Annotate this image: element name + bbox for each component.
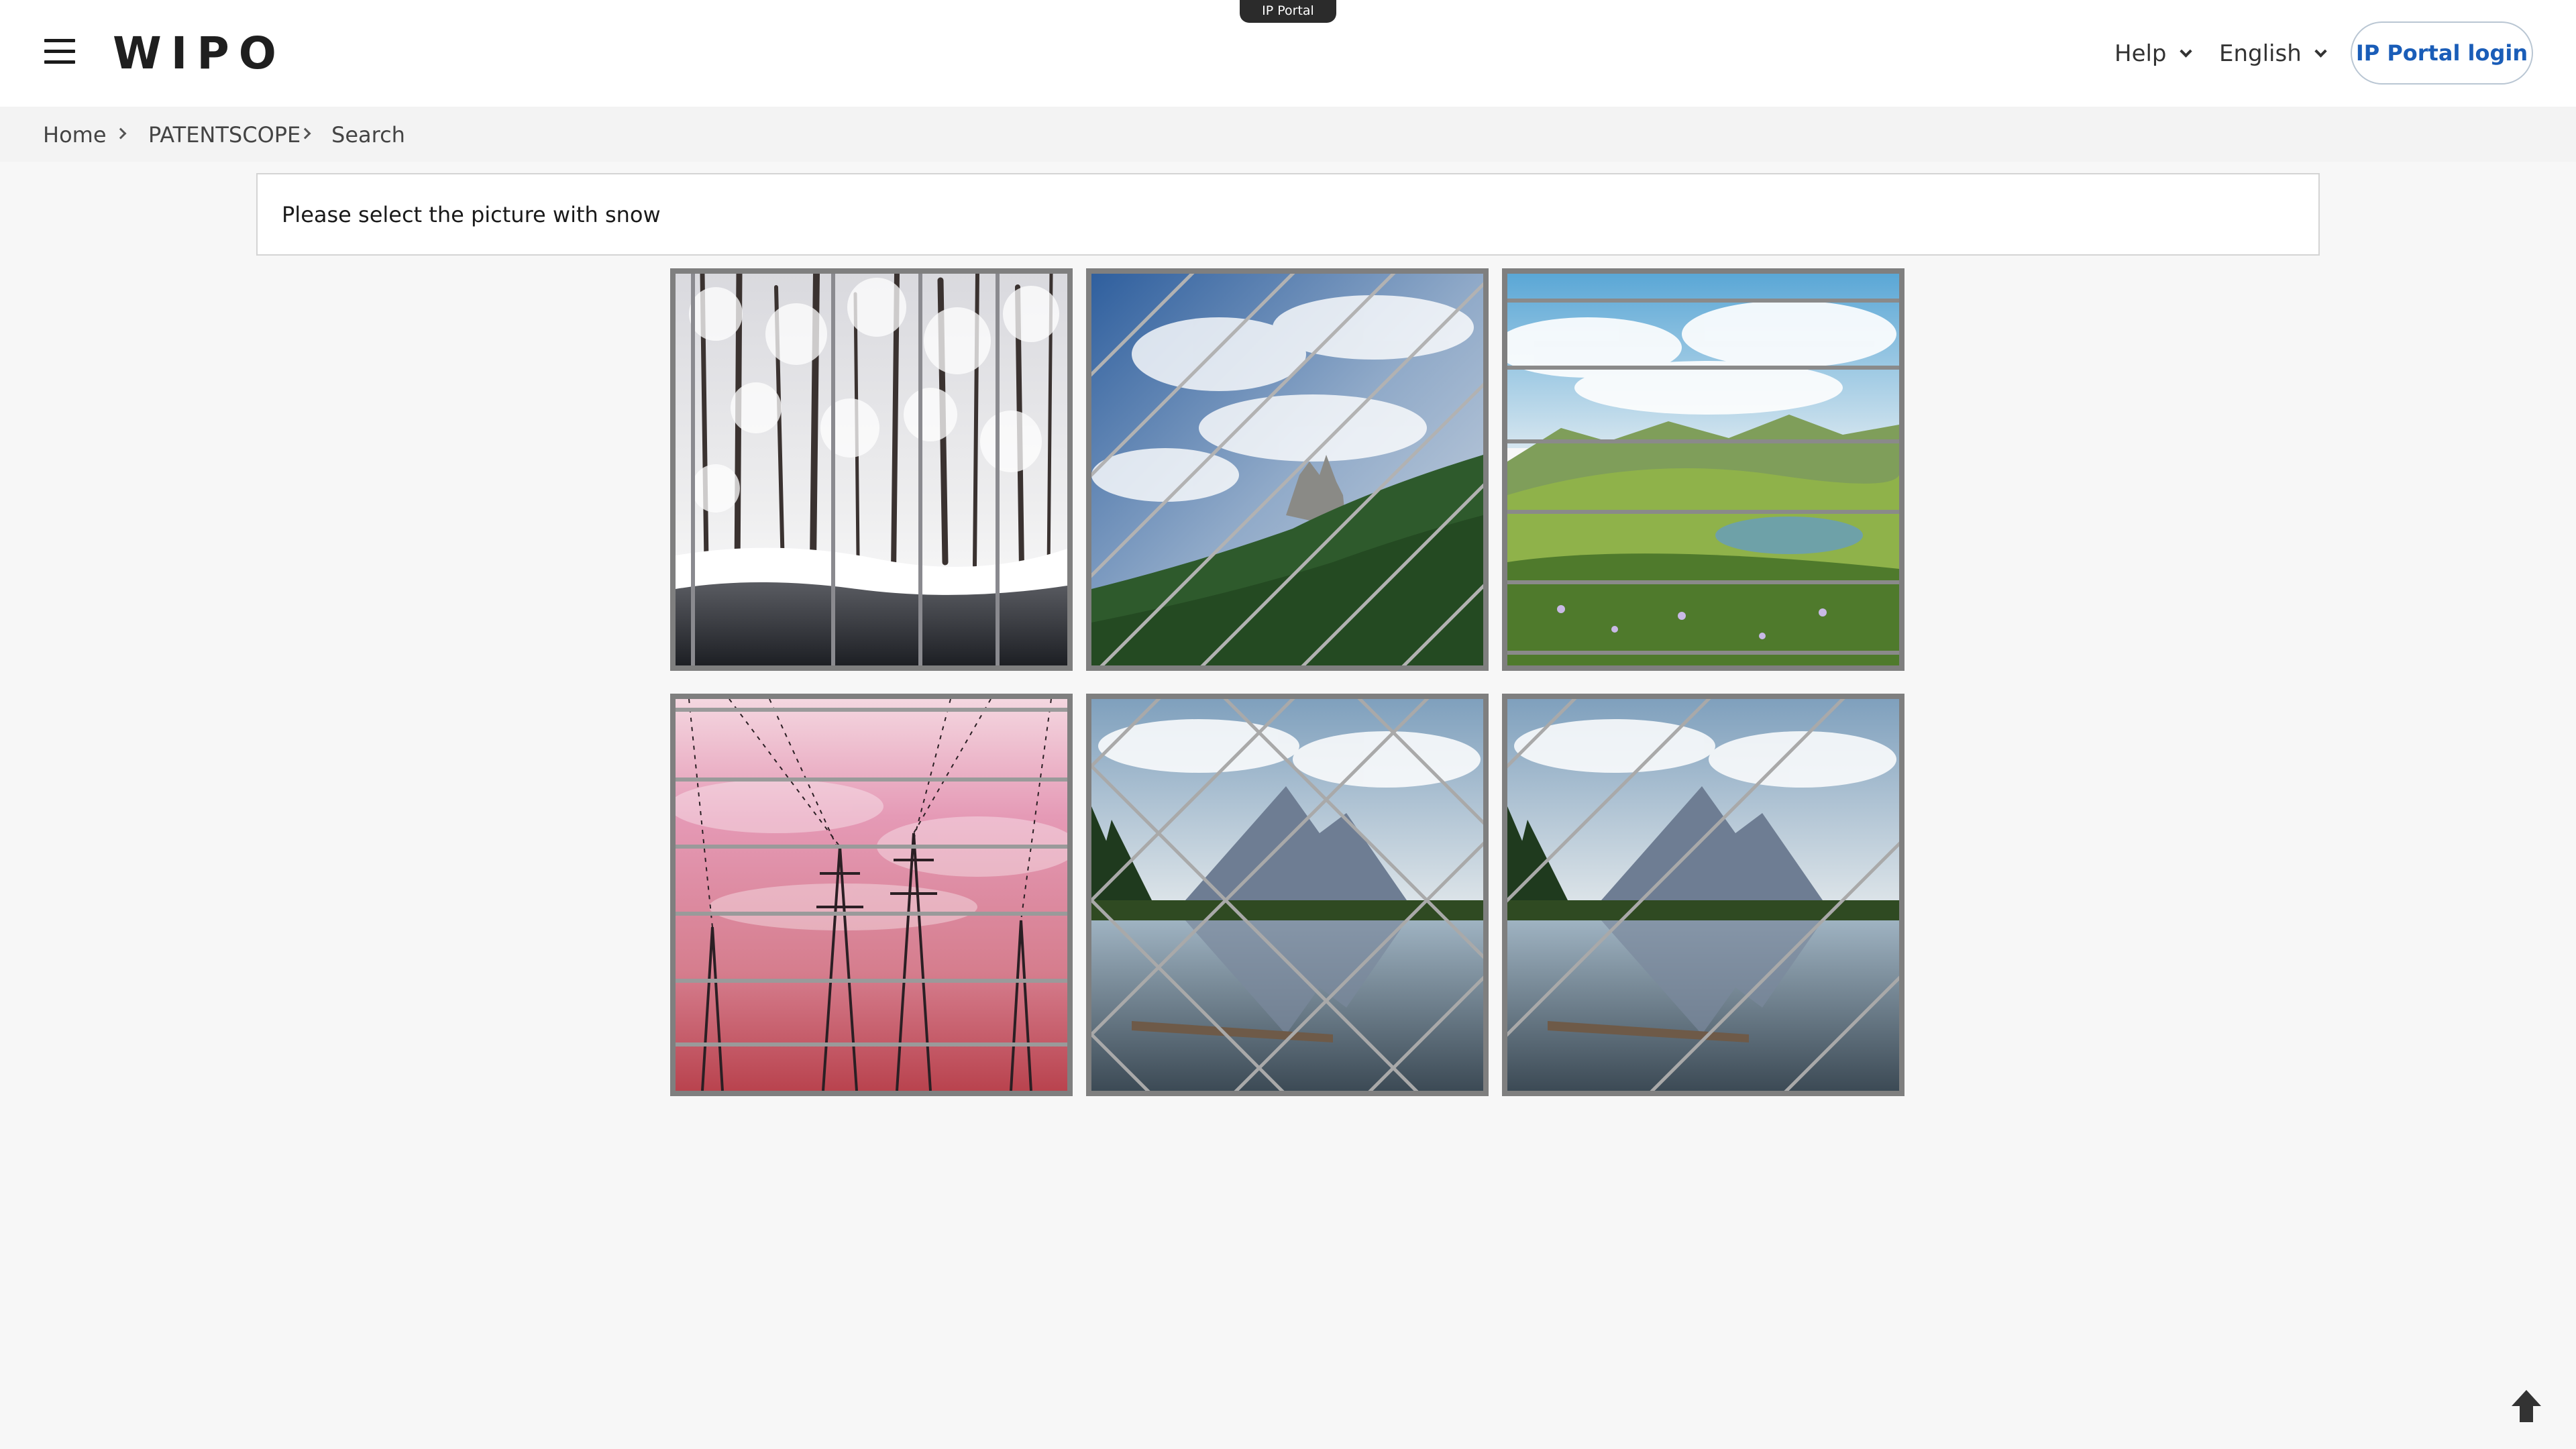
breadcrumb: Home PATENTSCOPE Search [0, 107, 2576, 162]
chevron-down-icon [2180, 45, 2192, 57]
captcha-tile-mountain-lake-diagonal[interactable] [1502, 694, 1904, 1096]
language-label: English [2219, 40, 2302, 67]
power-lines-image [676, 699, 1067, 1091]
hamburger-menu-icon[interactable] [42, 36, 79, 67]
chevron-down-icon [2314, 45, 2326, 57]
breadcrumb-patentscope[interactable]: PATENTSCOPE [148, 120, 301, 150]
site-header: WIPO IP Portal Help English IP Portal lo… [0, 0, 2576, 107]
captcha-tile-power-lines[interactable] [670, 694, 1073, 1096]
captcha-tile-green-valley[interactable] [1502, 268, 1904, 671]
wipo-logo[interactable]: WIPO [113, 27, 286, 80]
breadcrumb-search: Search [331, 120, 405, 150]
snowy-forest-image [676, 274, 1067, 665]
mountain-lake-image [1507, 699, 1899, 1091]
arrow-up-icon[interactable] [2506, 1386, 2546, 1426]
help-label: Help [2114, 40, 2167, 67]
help-menu[interactable]: Help [2114, 38, 2190, 70]
captcha-prompt: Please select the picture with snow [256, 173, 2320, 256]
language-selector[interactable]: English [2219, 38, 2325, 70]
captcha-tile-snowy-forest[interactable] [670, 268, 1073, 671]
ip-portal-tab[interactable]: IP Portal [1240, 0, 1336, 23]
mountain-castle-image [1091, 274, 1483, 665]
chevron-right-icon [300, 128, 311, 140]
ip-portal-login-button[interactable]: IP Portal login [2351, 21, 2533, 85]
captcha-tile-mountain-lake-crosshatch[interactable] [1086, 694, 1489, 1096]
breadcrumb-home[interactable]: Home [43, 120, 107, 150]
mountain-lake-image [1091, 699, 1483, 1091]
chevron-right-icon [115, 128, 127, 140]
captcha-tile-mountain-castle[interactable] [1086, 268, 1489, 671]
green-valley-image [1507, 274, 1899, 665]
